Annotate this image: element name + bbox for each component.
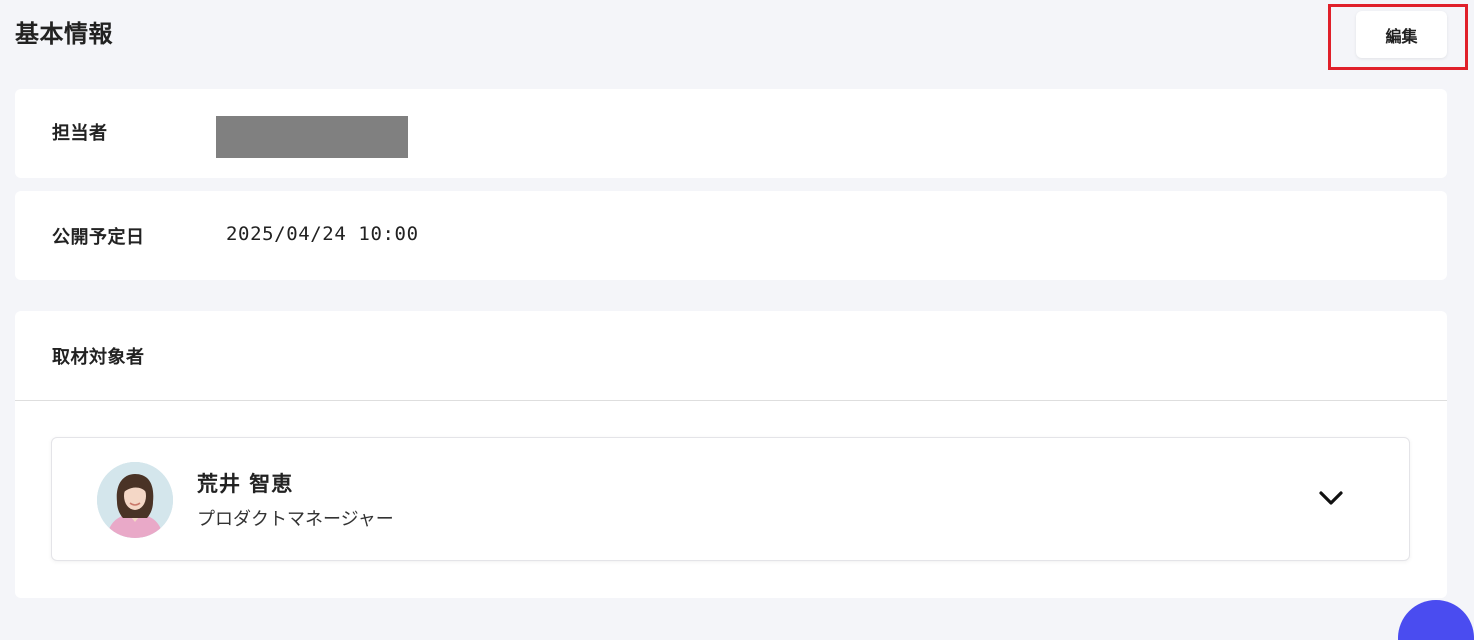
- publish-date-label: 公開予定日: [52, 227, 145, 248]
- page-title: 基本情報: [15, 20, 113, 48]
- avatar: [97, 462, 173, 538]
- interviewee-role: プロダクトマネージャー: [197, 509, 394, 530]
- divider: [15, 400, 1447, 401]
- publish-date-card: 公開予定日 2025/04/24 10:00: [15, 191, 1447, 280]
- chevron-down-icon[interactable]: [1317, 484, 1345, 512]
- assignee-card: 担当者: [15, 89, 1447, 178]
- publish-date-value: 2025/04/24 10:00: [226, 223, 419, 245]
- interviewee-name: 荒井 智恵: [197, 472, 294, 496]
- floating-action-button[interactable]: [1398, 600, 1474, 640]
- interviewee-card: 取材対象者 荒井 智恵 プロダクトマネージャー: [15, 311, 1447, 598]
- person-photo-icon: [97, 462, 173, 538]
- assignee-label: 担当者: [52, 123, 108, 144]
- edit-button[interactable]: 編集: [1356, 11, 1447, 58]
- interviewee-item[interactable]: 荒井 智恵 プロダクトマネージャー: [51, 437, 1410, 561]
- assignee-value-redacted: [216, 116, 408, 158]
- section-header: 基本情報 編集: [0, 0, 1474, 70]
- interviewee-label: 取材対象者: [52, 347, 145, 368]
